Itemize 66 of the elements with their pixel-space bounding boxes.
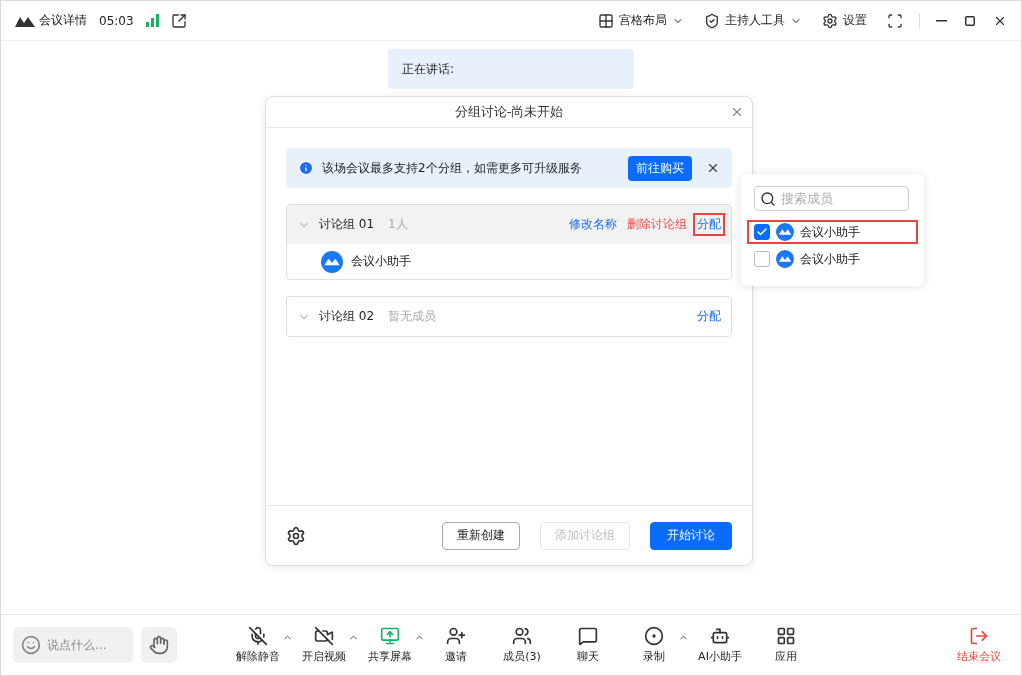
users-icon <box>512 626 532 646</box>
maximize-icon <box>965 15 975 26</box>
search-icon <box>760 190 776 207</box>
minimize-icon <box>936 19 947 22</box>
member-name: 会议小助手 <box>800 250 860 268</box>
toolbar-button[interactable]: 开启视频 <box>293 626 355 664</box>
dialog-button[interactable]: 开始讨论 <box>650 521 732 550</box>
robot-icon <box>710 626 730 646</box>
toolbar-button[interactable]: 主持人工具 <box>704 12 802 29</box>
notice-text: 该场会议最多支持2个分组，如需更多可升级服务 <box>322 159 582 177</box>
chat-icon <box>578 626 598 646</box>
member-name: 会议小助手 <box>351 253 411 270</box>
toolbar-button[interactable]: 成员(3) <box>491 626 553 664</box>
settings-icon <box>286 525 306 546</box>
dialog-title: 分组讨论-尚未开始 <box>454 103 564 121</box>
group-count: 暂无成员 <box>388 308 437 325</box>
group-action-link[interactable]: 分配 <box>693 305 725 328</box>
meeting-timer: 05:03 <box>99 13 134 28</box>
group-action-link[interactable]: 修改名称 <box>565 213 621 236</box>
speaking-banner: 正在讲话: <box>388 49 634 89</box>
toolbar-button[interactable]: 设置 <box>822 12 867 29</box>
toolbar-button[interactable]: 宫格布局 <box>598 12 684 29</box>
apps-icon <box>776 626 796 646</box>
end-meeting-button[interactable]: 结束会议 <box>949 626 1009 664</box>
group-name: 讨论组 01 <box>319 216 375 233</box>
search-field[interactable]: 搜索成员 <box>754 186 909 211</box>
toolbar-button[interactable]: 应用 <box>755 626 817 664</box>
group-count: 1人 <box>388 216 408 233</box>
grid-icon <box>598 12 614 29</box>
group-action-link[interactable]: 分配 <box>693 213 725 236</box>
toolbar-button[interactable]: 聊天 <box>557 626 619 664</box>
external-link-icon <box>170 12 187 29</box>
smiley-icon <box>21 635 41 655</box>
monitor-icon <box>380 626 400 646</box>
member-name: 会议小助手 <box>800 223 860 241</box>
toolbar-button[interactable]: AI小助手 <box>689 626 751 664</box>
raise-hand-button[interactable] <box>141 627 177 663</box>
avatar-icon <box>776 250 794 268</box>
mic-off-icon <box>248 626 268 646</box>
close-button[interactable] <box>706 161 720 175</box>
dialog-button[interactable]: 重新创建 <box>442 521 520 550</box>
toolbar-button[interactable]: 解除静音 <box>227 626 289 664</box>
toolbar-button[interactable]: 共享屏幕 <box>359 626 421 664</box>
toolbar-button[interactable]: 邀请 <box>425 626 487 664</box>
video-off-icon <box>314 626 334 646</box>
settings-icon <box>822 12 838 29</box>
toolbar-button[interactable]: 录制 <box>623 626 685 664</box>
group-name: 讨论组 02 <box>319 308 375 325</box>
record-icon <box>644 626 664 646</box>
meeting-details-label[interactable]: 会议详情 <box>39 12 87 29</box>
shield-check-icon <box>704 12 720 29</box>
check-icon <box>756 226 768 238</box>
hand-icon <box>149 635 169 655</box>
avatar-icon <box>321 250 343 273</box>
member-option[interactable]: 会议小助手 <box>747 220 918 244</box>
checkbox[interactable] <box>754 251 770 267</box>
signal-icon <box>145 14 159 27</box>
buy-button[interactable]: 前往购买 <box>628 155 692 181</box>
info-icon <box>298 160 314 176</box>
member-option[interactable]: 会议小助手 <box>747 247 918 271</box>
avatar-icon <box>776 223 794 241</box>
fullscreen-icon <box>887 12 903 29</box>
user-plus-icon <box>446 626 466 646</box>
checkbox[interactable] <box>754 224 770 240</box>
chat-input-field[interactable]: 说点什么... <box>13 627 133 663</box>
exit-icon <box>969 626 989 646</box>
